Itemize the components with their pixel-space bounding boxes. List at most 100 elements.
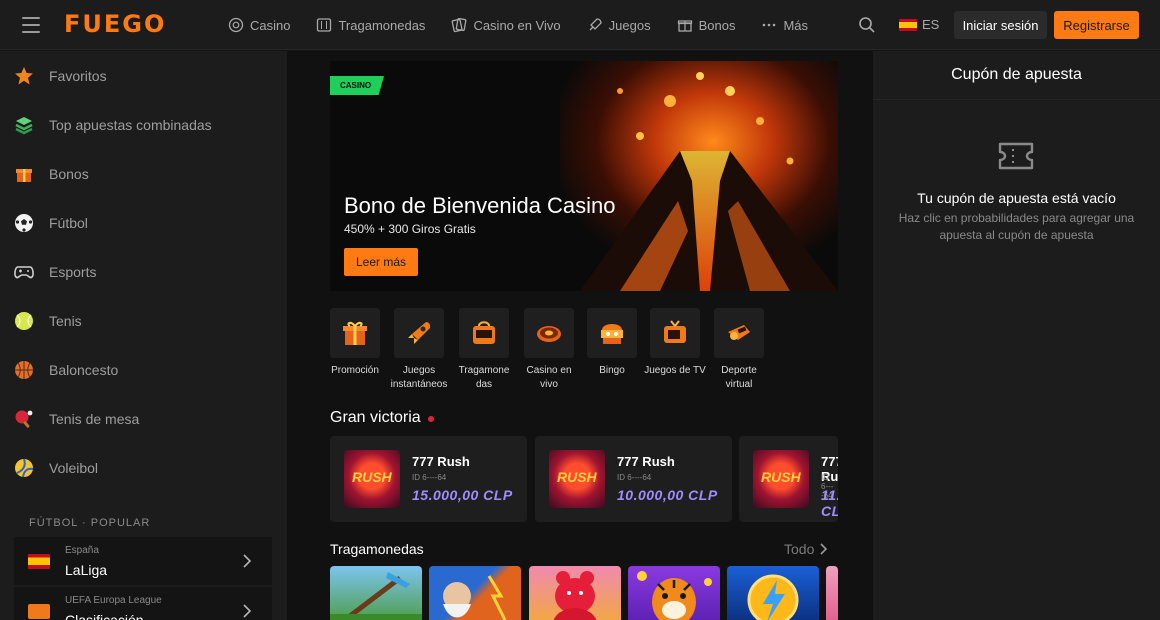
- gamepad-icon: [13, 261, 35, 283]
- hero-subtitle: 450% + 300 Giros Gratis: [344, 222, 476, 236]
- sidebar-item-football[interactable]: Fútbol: [0, 198, 287, 247]
- slot-machine-icon: [317, 18, 332, 32]
- main-nav: Casino Tragamonedas Casino en Vivo Juego…: [228, 0, 834, 50]
- nav-casino[interactable]: Casino: [228, 17, 290, 33]
- big-win-card[interactable]: RUSH 777 Rush ID 6----64 10.000,00 CLP: [535, 436, 732, 522]
- bingo-machine-icon: [587, 308, 637, 358]
- zeus-slot-tile[interactable]: [429, 566, 521, 620]
- nav-more[interactable]: Más: [761, 17, 808, 33]
- tiger-slot-tile[interactable]: [628, 566, 720, 620]
- sidebar-item-top-parlays[interactable]: Top apuestas combinadas: [0, 100, 287, 149]
- rocket-icon: [394, 308, 444, 358]
- nav-games-label: Juegos: [608, 17, 651, 33]
- fuego-logo[interactable]: FUEGO: [64, 10, 166, 38]
- zeus-character-icon: [443, 575, 507, 620]
- win-amount: 10.000,00 CLP: [617, 487, 718, 503]
- view-all-slots-link[interactable]: Todo: [784, 541, 828, 557]
- gift-icon: [13, 163, 35, 185]
- category-label: Promoción: [331, 365, 379, 376]
- sidebar-item-volleyball[interactable]: Voleibol: [0, 443, 287, 492]
- league-country: España: [65, 545, 99, 556]
- pickaxe-icon: [330, 572, 422, 620]
- slots-section-title: Tragamonedas: [330, 541, 424, 557]
- sidebar-item-label: Fútbol: [49, 214, 88, 231]
- big-win-card[interactable]: RUSH 777 Rush ID 6----64 15.000,00 CLP: [330, 436, 527, 522]
- login-button[interactable]: Iniciar sesión: [954, 11, 1047, 39]
- mine-slot-tile[interactable]: [330, 566, 422, 620]
- sidebar-item-label: Esports: [49, 263, 97, 280]
- rocket-icon: [589, 18, 602, 31]
- thumbnail-logo-text: RUSH: [761, 469, 801, 485]
- sidebar-item-esports[interactable]: Esports: [0, 247, 287, 296]
- league-country: UEFA Europa League: [65, 595, 162, 606]
- category-instant-games[interactable]: Juegos instantáneos: [388, 308, 450, 392]
- sidebar-item-tennis[interactable]: Tenis: [0, 296, 287, 345]
- casino-tag: CASINO: [330, 76, 384, 95]
- thumbnail-logo-text: RUSH: [557, 469, 597, 485]
- thumbnail-logo-text: RUSH: [352, 469, 392, 485]
- casino-categories: Promoción Juegos instantáneos Tragamone …: [330, 308, 838, 400]
- read-more-button[interactable]: Leer más: [344, 248, 418, 276]
- chevron-right-icon: [820, 543, 828, 555]
- language-selector[interactable]: ES: [899, 17, 939, 32]
- 777-rush-thumbnail: RUSH: [549, 450, 605, 508]
- gummy-bear-icon: [553, 571, 597, 620]
- category-label: Casino en vivo: [526, 365, 572, 390]
- basketball-icon: [13, 359, 35, 381]
- category-label: Deporte virtual: [721, 365, 757, 390]
- table-tennis-icon: [13, 408, 35, 430]
- partial-slot-tile[interactable]: [826, 566, 838, 620]
- category-virtual-sport[interactable]: Deporte virtual: [708, 308, 770, 392]
- nav-games[interactable]: Juegos: [587, 17, 651, 33]
- search-icon[interactable]: [858, 16, 876, 34]
- big-win-title: Gran victoria: [330, 409, 421, 426]
- more-dots-icon: [763, 23, 776, 27]
- bet-slip-title: Cupón de apuesta: [873, 51, 1160, 100]
- category-label: Tragamone das: [458, 365, 510, 390]
- hamburger-menu-icon[interactable]: [22, 17, 40, 33]
- category-tv-games[interactable]: Juegos de TV: [644, 308, 706, 378]
- nav-slots[interactable]: Tragamonedas: [316, 17, 425, 33]
- gift-icon: [677, 20, 692, 32]
- category-bingo[interactable]: Bingo: [581, 308, 643, 378]
- nav-more-label: Más: [783, 17, 809, 33]
- sidebar-item-favorites[interactable]: Favoritos: [0, 51, 287, 100]
- top-navigation-bar: FUEGO Casino Tragamonedas Casino en Vivo…: [0, 0, 1160, 50]
- spain-flag-icon: [28, 553, 50, 569]
- sidebar-item-bonuses[interactable]: Bonos: [0, 149, 287, 198]
- main-content: CASINO Bono de Bienvenida Casino 450% + …: [287, 51, 873, 620]
- chevron-right-icon: [243, 554, 252, 568]
- category-label: Juegos instantáneos: [390, 365, 448, 390]
- sidebar-item-label: Bonos: [49, 165, 89, 182]
- sidebar-item-basketball[interactable]: Baloncesto: [0, 345, 287, 394]
- sidebar-item-label: Voleibol: [49, 459, 99, 476]
- stack-icon: [13, 114, 35, 136]
- category-live-casino[interactable]: Casino en vivo: [518, 308, 580, 392]
- win-game-name: 777 Rush: [617, 454, 675, 469]
- sidebar-item-table-tennis[interactable]: Tenis de mesa: [0, 394, 287, 443]
- big-win-card[interactable]: RUSH 777 Rush ID 6----64 11.000,00 CLP: [739, 436, 838, 522]
- live-dot-icon: [428, 416, 434, 422]
- league-item-laliga[interactable]: España LaLiga: [14, 537, 272, 585]
- category-label: Bingo: [599, 365, 625, 376]
- win-player-id: ID 6----64: [412, 473, 447, 482]
- league-name: Clasificación: [65, 612, 144, 620]
- lightning-coin-icon: [747, 574, 799, 620]
- sidebar-item-label: Tenis de mesa: [49, 410, 140, 427]
- nav-live-casino[interactable]: Casino en Vivo: [451, 17, 561, 33]
- virtual-sport-icon: [714, 308, 764, 358]
- nav-bonuses[interactable]: Bonos: [677, 17, 736, 33]
- volleyball-icon: [13, 457, 35, 479]
- slot-machine-icon: [459, 308, 509, 358]
- ticket-icon: [998, 142, 1034, 170]
- category-slots[interactable]: Tragamone das: [453, 308, 515, 392]
- sports-sidebar: Favoritos Top apuestas combinadas Bonos …: [0, 51, 287, 620]
- category-promotion[interactable]: Promoción: [324, 308, 386, 378]
- gummy-bear-slot-tile[interactable]: [529, 566, 621, 620]
- bet-slip-empty-title: Tu cupón de apuesta está vacío: [917, 190, 1116, 206]
- lightning-coin-slot-tile[interactable]: [727, 566, 819, 620]
- hero-banner[interactable]: CASINO Bono de Bienvenida Casino 450% + …: [330, 61, 838, 291]
- league-item-europa-league[interactable]: UEFA Europa League Clasificación: [14, 587, 272, 620]
- nav-bonuses-label: Bonos: [698, 17, 736, 33]
- register-button[interactable]: Registrarse: [1054, 11, 1139, 39]
